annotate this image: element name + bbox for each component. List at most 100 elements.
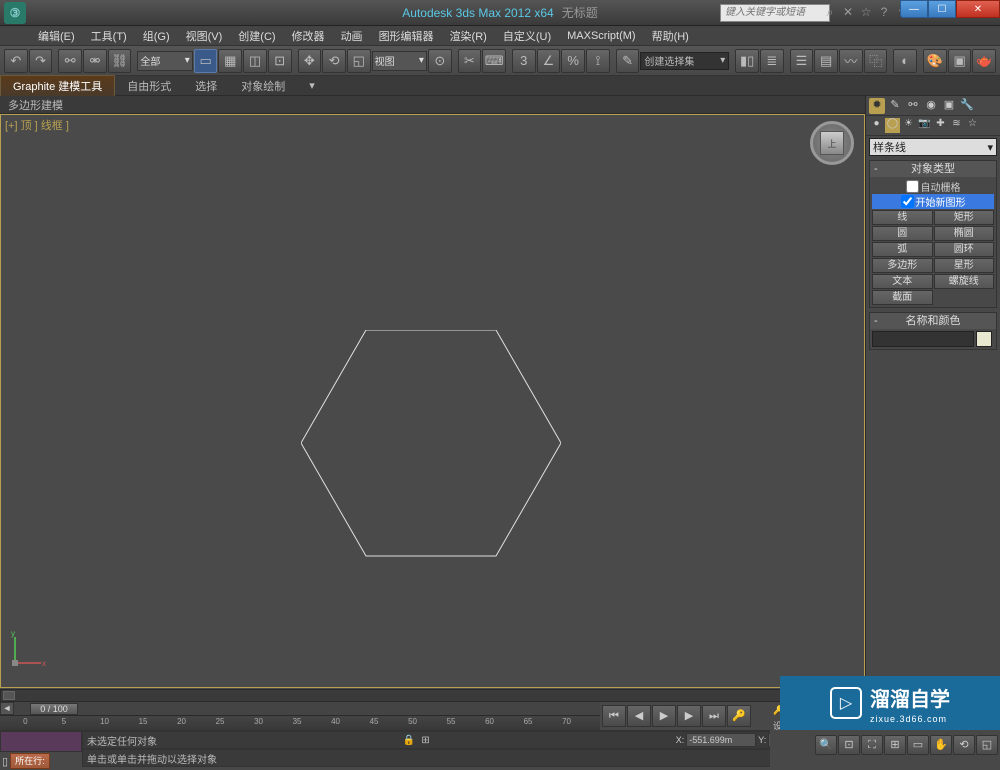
viewcube[interactable]: 上 [810, 121, 854, 165]
maximize-button[interactable]: ☐ [928, 0, 956, 18]
fov-button[interactable]: ▭ [907, 735, 929, 755]
utilities-tab-icon[interactable]: 🔧 [959, 98, 975, 114]
listener-output[interactable] [0, 731, 82, 752]
select-region-button[interactable]: ◫ [243, 49, 267, 73]
time-slider-handle[interactable]: 0 / 100 [30, 703, 78, 715]
orbit-button[interactable]: ⟲ [953, 735, 975, 755]
spacewarps-icon[interactable]: ≋ [949, 118, 964, 133]
ribbon-expand-icon[interactable]: ▾ [297, 77, 327, 94]
geometry-icon[interactable]: ● [869, 118, 884, 133]
rotate-button[interactable]: ⟲ [322, 49, 346, 73]
percent-snap-button[interactable]: % [561, 49, 585, 73]
btn-donut[interactable]: 圆环 [934, 242, 995, 257]
helpers-icon[interactable]: ✚ [933, 118, 948, 133]
undo-button[interactable]: ↶ [4, 49, 28, 73]
help-search-input[interactable] [720, 4, 830, 22]
snap-toggle-button[interactable]: 3 [512, 49, 536, 73]
btn-section[interactable]: 截面 [872, 290, 933, 305]
select-button[interactable]: ▭ [194, 49, 218, 73]
btn-line[interactable]: 线 [872, 210, 933, 225]
spinner-snap-button[interactable]: ⟟ [586, 49, 610, 73]
link-button[interactable]: ⚯ [58, 49, 82, 73]
btn-text[interactable]: 文本 [872, 274, 933, 289]
menu-customize[interactable]: 自定义(U) [495, 26, 559, 46]
menu-tools[interactable]: 工具(T) [83, 26, 135, 46]
hierarchy-tab-icon[interactable]: ⚯ [905, 98, 921, 114]
tab-freeform[interactable]: 自由形式 [115, 76, 183, 96]
menu-render[interactable]: 渲染(R) [442, 26, 495, 46]
goto-start-button[interactable]: ⏮ [602, 705, 626, 727]
menu-views[interactable]: 视图(V) [178, 26, 231, 46]
x-coord-input[interactable]: -551.699m [686, 733, 756, 747]
window-crossing-button[interactable]: ⊡ [268, 49, 292, 73]
angle-snap-button[interactable]: ∠ [537, 49, 561, 73]
maximize-viewport-button[interactable]: ◱ [976, 735, 998, 755]
edit-named-sel-button[interactable]: ✎ [616, 49, 640, 73]
schematic-button[interactable]: ⿻ [864, 49, 888, 73]
key-mode-button[interactable]: 🔑 [727, 705, 751, 727]
btn-ngon[interactable]: 多边形 [872, 258, 933, 273]
close-button[interactable]: ✕ [956, 0, 1000, 18]
move-button[interactable]: ✥ [298, 49, 322, 73]
hexagon-shape[interactable] [301, 330, 561, 560]
modify-tab-icon[interactable]: ✎ [887, 98, 903, 114]
zoom-extents-button[interactable]: ⛶ [861, 735, 883, 755]
ribbon-button[interactable]: ▤ [814, 49, 838, 73]
menu-edit[interactable]: 编辑(E) [30, 26, 83, 46]
start-new-shape-check[interactable]: 开始新图形 [872, 194, 994, 209]
scrollbar-thumb[interactable] [3, 691, 15, 700]
autogrid-checkbox[interactable] [906, 180, 919, 193]
create-tab-icon[interactable]: ✹ [869, 98, 885, 114]
btn-rectangle[interactable]: 矩形 [934, 210, 995, 225]
render-button[interactable]: 🫖 [972, 49, 996, 73]
display-tab-icon[interactable]: ▣ [941, 98, 957, 114]
tab-graphite[interactable]: Graphite 建模工具 [0, 75, 115, 96]
rollout-header[interactable]: 对象类型 [870, 161, 996, 177]
render-setup-button[interactable]: 🎨 [923, 49, 947, 73]
viewport-scrollbar-h[interactable] [0, 689, 865, 702]
named-selection-dropdown[interactable]: 创建选择集▾ [640, 52, 729, 70]
menu-group[interactable]: 组(G) [135, 26, 178, 46]
zoom-all-button[interactable]: ⊡ [838, 735, 860, 755]
viewcube-face[interactable]: 上 [820, 131, 844, 155]
shapes-icon[interactable]: ◯ [885, 118, 900, 133]
play-button[interactable]: ▶ [652, 705, 676, 727]
render-frame-button[interactable]: ▣ [948, 49, 972, 73]
menu-maxscript[interactable]: MAXScript(M) [559, 28, 643, 44]
menu-graph[interactable]: 图形编辑器 [371, 26, 442, 46]
sub-icon[interactable]: ✕ [840, 5, 856, 21]
layers-button[interactable]: ☰ [790, 49, 814, 73]
viewport-label[interactable]: [+] 顶 ] 线框 ] [5, 117, 69, 133]
star-icon[interactable]: ☆ [858, 5, 874, 21]
btn-circle[interactable]: 圆 [872, 226, 933, 241]
help-icon[interactable]: ? [876, 5, 892, 21]
pan-button[interactable]: ✋ [930, 735, 952, 755]
material-editor-button[interactable]: ◐ [893, 49, 917, 73]
menu-help[interactable]: 帮助(H) [644, 26, 697, 46]
pivot-button[interactable]: ⊙ [428, 49, 452, 73]
motion-tab-icon[interactable]: ◉ [923, 98, 939, 114]
menu-modifiers[interactable]: 修改器 [284, 26, 333, 46]
zoom-extents-all-button[interactable]: ⊞ [884, 735, 906, 755]
scale-button[interactable]: ◱ [347, 49, 371, 73]
select-name-button[interactable]: ▦ [218, 49, 242, 73]
app-icon[interactable]: ③ [4, 2, 26, 24]
curve-editor-button[interactable]: 〰 [839, 49, 863, 73]
start-new-checkbox[interactable] [901, 195, 914, 208]
btn-arc[interactable]: 弧 [872, 242, 933, 257]
align-button[interactable]: ≣ [760, 49, 784, 73]
btn-helix[interactable]: 螺旋线 [934, 274, 995, 289]
goto-end-button[interactable]: ⏭ [702, 705, 726, 727]
unlink-button[interactable]: ⚮ [83, 49, 107, 73]
manipulate-button[interactable]: ✂ [458, 49, 482, 73]
btn-star[interactable]: 星形 [934, 258, 995, 273]
minimize-button[interactable]: — [900, 0, 928, 18]
shape-category-dropdown[interactable]: 样条线▾ [869, 138, 997, 156]
keyboard-button[interactable]: ⌨ [482, 49, 506, 73]
zoom-button[interactable]: 🔍 [815, 735, 837, 755]
next-frame-button[interactable]: ▶ [677, 705, 701, 727]
mirror-button[interactable]: ▮▯ [735, 49, 759, 73]
object-name-input[interactable] [872, 331, 974, 347]
color-swatch[interactable] [976, 331, 992, 347]
time-prev-icon[interactable]: ◄ [0, 702, 14, 715]
